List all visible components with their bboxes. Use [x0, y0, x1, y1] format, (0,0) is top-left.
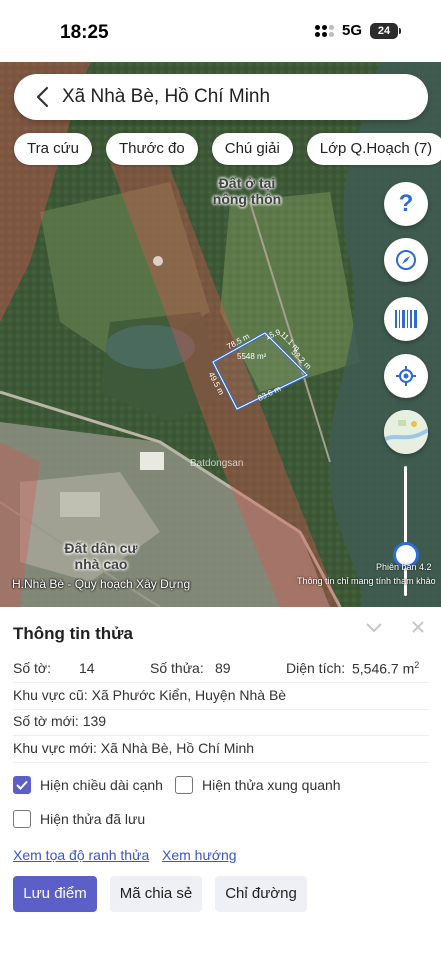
checkbox-unchecked[interactable]	[175, 776, 193, 794]
my-location-button[interactable]	[384, 354, 428, 398]
map-filter-chips: Tra cứu Thước đo Chú giải Lớp Q.Hoạch (7…	[14, 133, 441, 165]
signal-icon	[314, 24, 334, 37]
close-icon[interactable]	[410, 619, 426, 640]
battery-level: 24	[370, 22, 398, 39]
sheet-number-value: 14	[79, 660, 95, 676]
old-area-row: Khu vực cũ: Xã Phước Kiển, Huyện Nhà Bè	[13, 687, 287, 703]
chip-measure[interactable]: Thước đo	[106, 133, 198, 165]
base-layer-button[interactable]	[384, 410, 428, 454]
barcode-icon	[395, 310, 417, 328]
area-label: Diện tích:	[286, 660, 346, 676]
back-arrow-icon[interactable]	[22, 74, 62, 120]
zone-label-residential: Đất dân cư nhà cao	[64, 540, 138, 572]
parcel-numbers-row: Số tờ: 14 Số thửa: 89 Diện tích: 5,546.7…	[13, 660, 433, 677]
directions-button[interactable]: Chỉ đường	[215, 876, 307, 912]
show-neighbor-parcels-option[interactable]: Hiện thửa xung quanh	[175, 776, 341, 794]
checkmark-icon	[16, 780, 28, 790]
show-edge-length-label: Hiện chiều dài cạnh	[40, 777, 163, 793]
network-type: 5G	[341, 22, 362, 39]
map-thumbnail-icon	[384, 410, 428, 454]
status-time: 18:25	[60, 22, 109, 43]
panel-title: Thông tin thửa	[13, 624, 133, 643]
status-bar: 18:25 5G 24	[0, 0, 441, 62]
area-value: 5,546.7 m2	[352, 660, 420, 677]
view-direction-link[interactable]: Xem hướng	[162, 847, 237, 863]
chip-legend[interactable]: Chú giải	[211, 133, 293, 165]
search-bar[interactable]: Xã Nhà Bè, Hồ Chí Minh	[14, 74, 428, 120]
save-point-button[interactable]: Lưu điểm	[13, 876, 97, 912]
checkbox-checked[interactable]	[13, 776, 31, 794]
parcel-area-label: 5548 m²	[237, 352, 267, 361]
sheet-number-label: Số tờ:	[13, 660, 51, 676]
show-neighbor-parcels-label: Hiện thửa xung quanh	[202, 777, 341, 793]
crosshair-icon	[396, 366, 416, 386]
chip-lookup[interactable]: Tra cứu	[14, 133, 92, 165]
view-boundary-coordinates-link[interactable]: Xem tọa độ ranh thửa	[13, 847, 149, 863]
show-saved-parcels-option[interactable]: Hiện thửa đã lưu	[13, 810, 145, 828]
map-view[interactable]: Đất ở tại nông thôn Đất dân cư nhà cao 5…	[0, 62, 441, 607]
parcel-info-panel: Thông tin thửa Số tờ: 14 Số thửa: 89 Diệ…	[0, 607, 441, 959]
barcode-button[interactable]	[384, 297, 428, 341]
search-location-text[interactable]: Xã Nhà Bè, Hồ Chí Minh	[62, 86, 270, 108]
collapse-chevron-icon[interactable]	[365, 621, 383, 639]
new-sheet-row: Số tờ mới: 139	[13, 713, 107, 729]
show-saved-parcels-label: Hiện thửa đã lưu	[40, 811, 146, 827]
checkbox-unchecked[interactable]	[13, 810, 31, 828]
zone-label-rural: Đất ở tại nông thôn	[212, 175, 282, 207]
status-indicators: 5G 24	[314, 22, 401, 39]
new-area-row: Khu vực mới: Xã Nhà Bè, Hồ Chí Minh	[13, 740, 255, 756]
chip-planning-layer[interactable]: Lớp Q.Hoạch (7)	[306, 133, 441, 165]
parcel-number-label: Số thửa:	[150, 660, 204, 676]
compass-icon	[396, 250, 416, 270]
app-version: Phiên bản 4.2	[376, 562, 432, 572]
parcel-number-value: 89	[215, 660, 231, 676]
reference-notice: Thông tin chỉ mang tính tham khảo	[297, 576, 436, 586]
share-code-button[interactable]: Mã chia sẻ	[110, 876, 202, 912]
compass-button[interactable]	[384, 238, 428, 282]
watermark: Batdongsan	[190, 458, 244, 469]
help-button[interactable]: ?	[384, 182, 428, 226]
battery-icon: 24	[370, 22, 401, 39]
question-mark-icon: ?	[398, 190, 414, 217]
show-edge-length-option[interactable]: Hiện chiều dài cạnh	[13, 776, 163, 794]
planning-layer-name: H.Nhà Bè - Quy hoạch Xây Dựng	[12, 577, 191, 591]
